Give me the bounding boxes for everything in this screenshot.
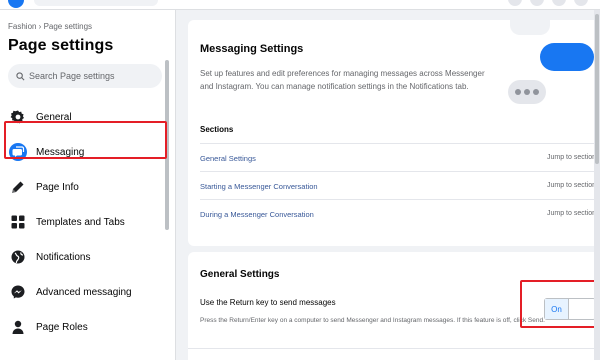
return-key-setting-help: Press the Return/Enter key on a computer… <box>200 317 545 324</box>
grid-icon <box>9 213 27 231</box>
jump-to-section-link[interactable]: Jump to section <box>547 182 596 189</box>
chat-bubble-illustration <box>510 20 550 35</box>
search-input[interactable] <box>29 71 159 81</box>
section-link[interactable]: During a Messenger Conversation <box>200 210 314 219</box>
sections-heading: Sections <box>200 125 234 134</box>
sidebar-item-page-info[interactable]: Page Info <box>6 171 164 203</box>
sidebar-item-page-roles[interactable]: Page Roles <box>6 311 164 343</box>
breadcrumb[interactable]: Fashion › Page settings <box>8 22 92 31</box>
section-row-starting-conversation[interactable]: Starting a Messenger Conversation Jump t… <box>200 171 600 199</box>
person-icon <box>9 318 27 336</box>
typing-indicator-illustration <box>508 80 546 104</box>
top-bar <box>0 0 600 10</box>
section-link[interactable]: Starting a Messenger Conversation <box>200 182 318 191</box>
messaging-settings-title: Messaging Settings <box>200 43 304 55</box>
pencil-icon <box>9 178 27 196</box>
sidebar-item-templates-and-tabs[interactable]: Templates and Tabs <box>6 206 164 238</box>
main-scrollbar[interactable] <box>594 10 600 360</box>
sidebar-item-label: Templates and Tabs <box>36 216 125 228</box>
facebook-logo-icon[interactable] <box>8 0 24 8</box>
toggle-on-label[interactable]: On <box>545 299 569 319</box>
divider <box>188 348 600 349</box>
section-link[interactable]: General Settings <box>200 154 256 163</box>
messenger-top-icon[interactable] <box>530 0 544 6</box>
account-top-icon[interactable] <box>574 0 588 6</box>
sidebar-item-notifications[interactable]: Notifications <box>6 241 164 273</box>
search-icon <box>16 71 25 80</box>
sidebar-item-label: Page Roles <box>36 321 88 333</box>
return-key-setting-label: Use the Return key to send messages <box>200 298 336 307</box>
messenger-bolt-icon <box>9 283 27 301</box>
sidebar-item-advanced-messaging[interactable]: Advanced messaging <box>6 276 164 308</box>
jump-to-section-link[interactable]: Jump to section <box>547 210 596 217</box>
main-scrollbar-thumb[interactable] <box>595 14 599 164</box>
return-key-toggle[interactable]: On <box>544 298 596 320</box>
messaging-highlight-box <box>4 121 167 159</box>
page-title: Page settings <box>8 37 114 54</box>
sidebar-item-label: Page Info <box>36 181 79 193</box>
chat-bubble-illustration <box>540 43 594 71</box>
sidebar-item-label: Advanced messaging <box>36 286 132 298</box>
settings-search[interactable] <box>8 64 162 88</box>
messaging-settings-card: Messaging Settings Set up features and e… <box>188 20 600 246</box>
globe-icon <box>9 248 27 266</box>
jump-to-section-link[interactable]: Jump to section <box>547 154 596 161</box>
settings-sidebar: Fashion › Page settings Page settings Ge… <box>0 10 176 360</box>
general-settings-card: General Settings Use the Return key to s… <box>188 252 600 360</box>
top-search-field[interactable] <box>34 0 158 6</box>
sidebar-item-label: Notifications <box>36 251 91 263</box>
menu-icon[interactable] <box>508 0 522 6</box>
general-settings-title: General Settings <box>200 269 280 280</box>
section-row-general-settings[interactable]: General Settings Jump to section <box>200 143 600 171</box>
section-row-during-conversation[interactable]: During a Messenger Conversation Jump to … <box>200 199 600 227</box>
notifications-top-icon[interactable] <box>552 0 566 6</box>
messaging-settings-description: Set up features and edit preferences for… <box>200 69 485 91</box>
